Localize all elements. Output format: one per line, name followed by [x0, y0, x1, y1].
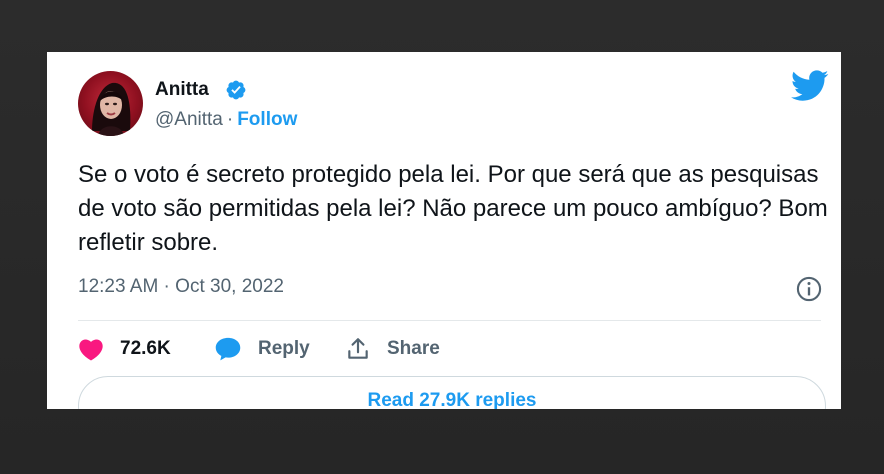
- info-icon[interactable]: [795, 275, 823, 303]
- tweet-card: Anitta @Anitta · Follow Se o voto é secret…: [47, 52, 841, 409]
- reply-label: Reply: [258, 338, 310, 359]
- share-label: Share: [387, 338, 440, 359]
- verified-badge-icon: [226, 80, 246, 100]
- separator-dot: ·: [226, 109, 234, 130]
- share-upload-icon: [348, 338, 368, 359]
- divider: [78, 320, 821, 321]
- share-button[interactable]: Share: [345, 334, 440, 364]
- reply-button[interactable]: Reply: [214, 334, 310, 364]
- twitter-bird-icon[interactable]: [791, 70, 829, 102]
- author-handle[interactable]: @Anitta: [155, 109, 223, 130]
- handle-row: @Anitta · Follow: [155, 109, 297, 131]
- avatar[interactable]: [78, 71, 143, 136]
- follow-button[interactable]: Follow: [237, 109, 297, 130]
- like-button[interactable]: 72.6K: [78, 334, 171, 364]
- screenshot-frame: Anitta @Anitta · Follow Se o voto é secret…: [0, 0, 884, 474]
- speech-bubble-icon: [215, 337, 241, 361]
- author-name[interactable]: Anitta: [155, 79, 209, 101]
- read-replies-button[interactable]: Read 27.9K replies: [78, 376, 826, 409]
- tweet-text: Se o voto é secreto protegido pela lei. …: [78, 161, 828, 256]
- tweet-timestamp[interactable]: 12:23 AM · Oct 30, 2022: [78, 276, 284, 298]
- heart-icon: [79, 339, 103, 361]
- like-count: 72.6K: [120, 338, 171, 359]
